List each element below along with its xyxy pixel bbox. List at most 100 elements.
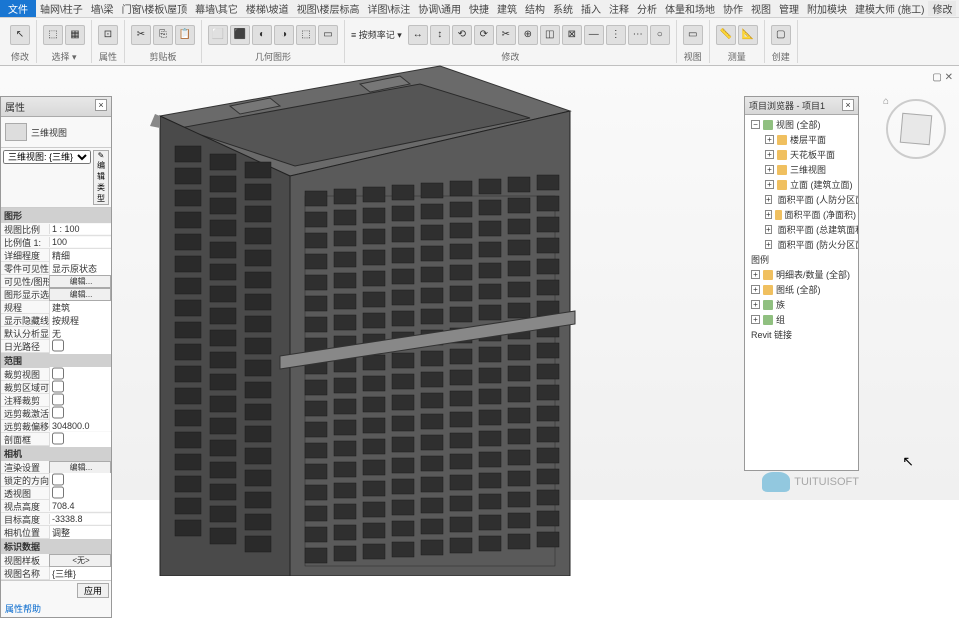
expand-icon[interactable]: + xyxy=(765,180,774,189)
property-row[interactable]: 剖面框 xyxy=(1,433,111,446)
tree-item[interactable]: 图例 xyxy=(747,252,856,267)
menu-item[interactable]: 分析 xyxy=(633,1,661,16)
property-value[interactable]: 调整 xyxy=(49,526,111,539)
property-row[interactable]: 可见性/图形替...编辑... xyxy=(1,275,111,288)
expand-icon[interactable]: − xyxy=(751,120,760,129)
property-row[interactable]: 透视图 xyxy=(1,487,111,500)
menu-item[interactable]: 视图\楼层标高 xyxy=(293,1,364,16)
ribbon-button[interactable]: ↕ xyxy=(430,25,450,45)
edit-type-button[interactable]: ✎ 编辑类型 xyxy=(93,150,109,205)
browser-title-bar[interactable]: 项目浏览器 - 项目1 × xyxy=(745,97,858,115)
property-checkbox[interactable] xyxy=(52,473,64,486)
ribbon-button[interactable]: ◫ xyxy=(540,25,560,45)
property-value[interactable]: 按规程 xyxy=(49,314,111,327)
menu-item[interactable]: 快捷 xyxy=(465,1,493,16)
property-row[interactable]: 视点高度708.4 xyxy=(1,500,111,513)
ribbon-button[interactable]: ⊕ xyxy=(518,25,538,45)
viewport-controls[interactable]: ▢ ✕ xyxy=(932,72,953,83)
ribbon-extra[interactable]: ≡ 按频率记 ▾ xyxy=(351,28,402,41)
expand-icon[interactable]: + xyxy=(751,285,760,294)
file-tab[interactable]: 文件 xyxy=(0,0,36,17)
property-row[interactable]: 相机位置调整 xyxy=(1,526,111,539)
menu-item[interactable]: 建模大师 (施工) xyxy=(851,1,928,16)
property-row[interactable]: 图形显示选项编辑... xyxy=(1,288,111,301)
property-row[interactable]: 视图样板<无> xyxy=(1,554,111,567)
property-row[interactable]: 远剪裁激活 xyxy=(1,407,111,420)
property-value[interactable]: 编辑... xyxy=(49,288,111,301)
expand-icon[interactable]: + xyxy=(765,165,774,174)
property-value[interactable]: 100 xyxy=(49,237,111,247)
ribbon-button[interactable]: ⟲ xyxy=(452,25,472,45)
property-value[interactable]: 1 : 100 xyxy=(49,224,111,234)
ribbon-button[interactable]: ○ xyxy=(650,25,670,45)
expand-icon[interactable]: + xyxy=(765,150,774,159)
ribbon-button[interactable]: ◑ xyxy=(274,25,294,45)
property-row[interactable]: 视图比例1 : 100 xyxy=(1,223,111,236)
menu-item[interactable]: 轴网\柱子 xyxy=(36,1,87,16)
property-checkbox[interactable] xyxy=(52,486,64,499)
expand-icon[interactable]: + xyxy=(765,210,772,219)
menu-item[interactable]: 门窗\楼板\屋顶 xyxy=(118,1,192,16)
property-row[interactable]: 日光路径 xyxy=(1,340,111,353)
tree-item[interactable]: +明细表/数量 (全部) xyxy=(747,267,856,282)
menu-item[interactable]: 建筑 xyxy=(493,1,521,16)
expand-icon[interactable]: + xyxy=(765,135,774,144)
expand-icon[interactable]: + xyxy=(751,270,760,279)
building-model[interactable] xyxy=(120,56,580,576)
ribbon-button[interactable]: ⬚ xyxy=(296,25,316,45)
tree-item[interactable]: +面积平面 (防火分区面积) xyxy=(747,237,856,252)
ribbon-button[interactable]: ✂ xyxy=(131,25,151,45)
ribbon-button[interactable]: ▢ xyxy=(771,25,791,45)
ribbon-button[interactable]: ⬛ xyxy=(230,25,250,45)
ribbon-button[interactable]: ⋯ xyxy=(628,25,648,45)
properties-help-link[interactable]: 属性帮助 xyxy=(1,600,111,617)
ribbon-button[interactable]: — xyxy=(584,25,604,45)
menu-item[interactable]: 协作 xyxy=(719,1,747,16)
property-value[interactable]: 304800.0 xyxy=(49,421,111,431)
menu-item[interactable]: 修改 xyxy=(928,1,956,16)
property-checkbox[interactable] xyxy=(52,432,64,445)
property-value[interactable]: 显示原状态 xyxy=(49,262,111,275)
ribbon-button[interactable]: ⋮ xyxy=(606,25,626,45)
property-checkbox[interactable] xyxy=(52,393,64,406)
expand-icon[interactable]: + xyxy=(765,195,772,204)
tree-item[interactable]: +三维视图 xyxy=(747,162,856,177)
menu-item[interactable]: 协调\通用 xyxy=(414,1,465,16)
ribbon-button[interactable]: ⎘ xyxy=(153,25,173,45)
property-checkbox[interactable] xyxy=(52,339,64,352)
menu-item[interactable]: 附加模块 xyxy=(803,1,851,16)
property-value[interactable]: 编辑... xyxy=(49,275,111,288)
tree-item[interactable]: −视图 (全部) xyxy=(747,117,856,132)
property-value[interactable]: 精细 xyxy=(49,249,111,262)
ribbon-button[interactable]: ⟳ xyxy=(474,25,494,45)
menu-item[interactable]: 楼梯\坡道 xyxy=(242,1,293,16)
ribbon-button[interactable]: 📏 xyxy=(716,25,736,45)
ribbon-button[interactable]: 📋 xyxy=(175,25,195,45)
apply-button[interactable]: 应用 xyxy=(77,583,109,598)
property-row[interactable]: 显示隐藏线按规程 xyxy=(1,314,111,327)
property-row[interactable]: 详细程度精细 xyxy=(1,249,111,262)
menu-item[interactable]: 墙\梁 xyxy=(87,1,118,16)
ribbon-button[interactable]: ▭ xyxy=(318,25,338,45)
ribbon-button[interactable]: ↔ xyxy=(408,25,428,45)
view-cube[interactable]: ⌂ xyxy=(883,96,949,162)
menu-item[interactable]: 详图\标注 xyxy=(363,1,414,16)
expand-icon[interactable]: + xyxy=(751,300,760,309)
ribbon-button[interactable]: ✂ xyxy=(496,25,516,45)
property-value[interactable]: <无> xyxy=(49,554,111,567)
property-value[interactable]: -3338.8 xyxy=(49,514,111,524)
tree-item[interactable]: +面积平面 (净面积) xyxy=(747,207,856,222)
menu-item[interactable]: 体量和场地 xyxy=(661,1,719,16)
view-selector[interactable]: 三维视图: {三维} xyxy=(3,150,91,164)
property-row[interactable]: 视图名称{三维} xyxy=(1,567,111,580)
menu-item[interactable]: 管理 xyxy=(775,1,803,16)
ribbon-button[interactable]: ⊡ xyxy=(98,25,118,45)
ribbon-button[interactable]: ⬜ xyxy=(208,25,228,45)
property-checkbox[interactable] xyxy=(52,367,64,380)
property-row[interactable]: 规程建筑 xyxy=(1,301,111,314)
property-checkbox[interactable] xyxy=(52,380,64,393)
ribbon-button[interactable]: 📐 xyxy=(738,25,758,45)
close-icon[interactable]: × xyxy=(842,99,854,111)
home-icon[interactable]: ⌂ xyxy=(883,96,889,107)
tree-item[interactable]: +天花板平面 xyxy=(747,147,856,162)
